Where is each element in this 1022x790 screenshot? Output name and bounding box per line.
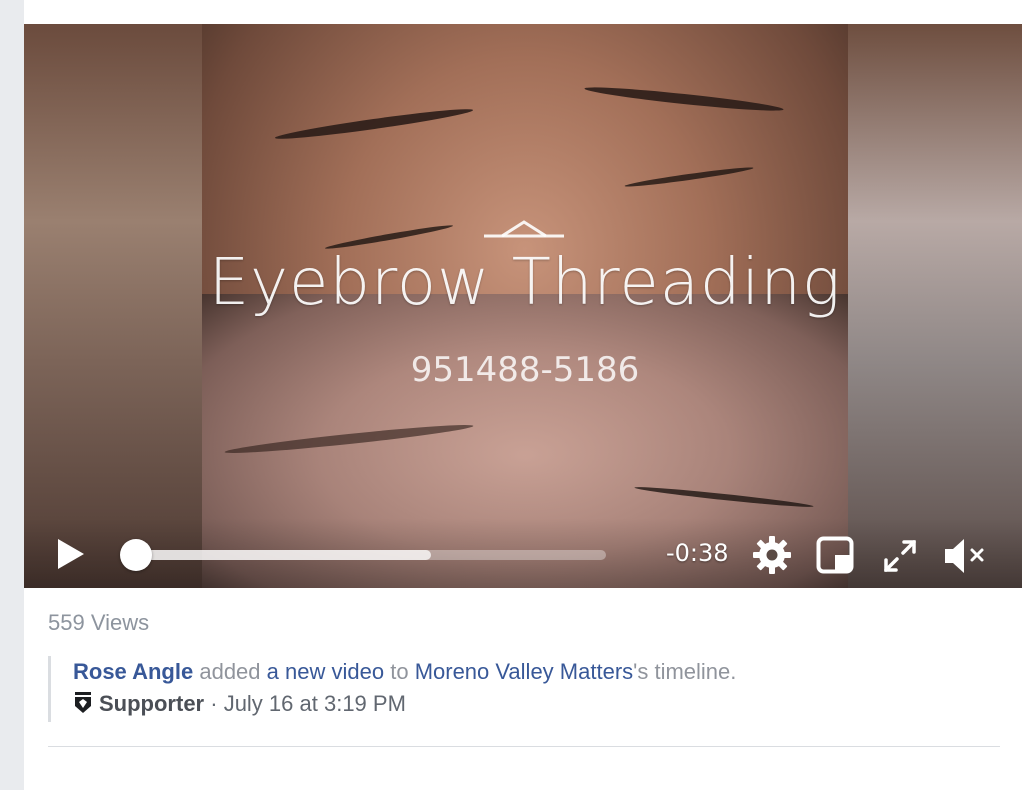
fullscreen-button[interactable] [882, 538, 918, 574]
progress-scrubber[interactable] [120, 539, 152, 571]
video-frame-right [847, 24, 1022, 588]
video-overlay-title: Eyebrow Threading [208, 246, 842, 320]
post-timestamp[interactable]: July 16 at 3:19 PM [224, 691, 406, 716]
video-controls: -0:38 [24, 518, 1022, 588]
expand-icon [884, 540, 916, 572]
shield-badge-icon [75, 692, 91, 713]
settings-button[interactable] [752, 535, 792, 575]
video-frame-left [24, 24, 202, 588]
new-video-link[interactable]: a new video [267, 659, 384, 684]
video-overlay-phone: 951488-5186 [410, 350, 640, 390]
meta-line: Supporter · July 16 at 3:19 PM [73, 688, 988, 720]
video-player[interactable]: Eyebrow Threading 951488-5186 -0:38 [24, 24, 1022, 588]
chevron-ornament-icon [484, 220, 564, 238]
to-text: to [390, 659, 409, 684]
unmute-button[interactable] [942, 536, 990, 576]
meta-separator: · [204, 691, 224, 716]
play-icon [58, 539, 84, 569]
progress-buffered [134, 550, 431, 560]
post-attribution: Rose Angle added a new video to Moreno V… [48, 656, 988, 722]
author-link[interactable]: Rose Angle [73, 659, 193, 684]
action-text: added [199, 659, 261, 684]
time-remaining: -0:38 [666, 539, 729, 567]
timeline-suffix: 's timeline. [633, 659, 737, 684]
page-link[interactable]: Moreno Valley Matters [415, 659, 633, 684]
muted-speaker-icon [945, 539, 984, 573]
post-divider [48, 746, 1000, 747]
picture-in-picture-icon [816, 536, 854, 574]
attribution-line: Rose Angle added a new video to Moreno V… [73, 656, 988, 688]
play-button[interactable] [54, 536, 88, 572]
picture-in-picture-button[interactable] [816, 536, 854, 574]
supporter-badge-label[interactable]: Supporter [99, 691, 204, 716]
gear-icon [753, 536, 791, 574]
page-gutter [0, 0, 25, 790]
view-count: 559 Views [48, 610, 150, 635]
progress-bar[interactable] [134, 550, 606, 560]
